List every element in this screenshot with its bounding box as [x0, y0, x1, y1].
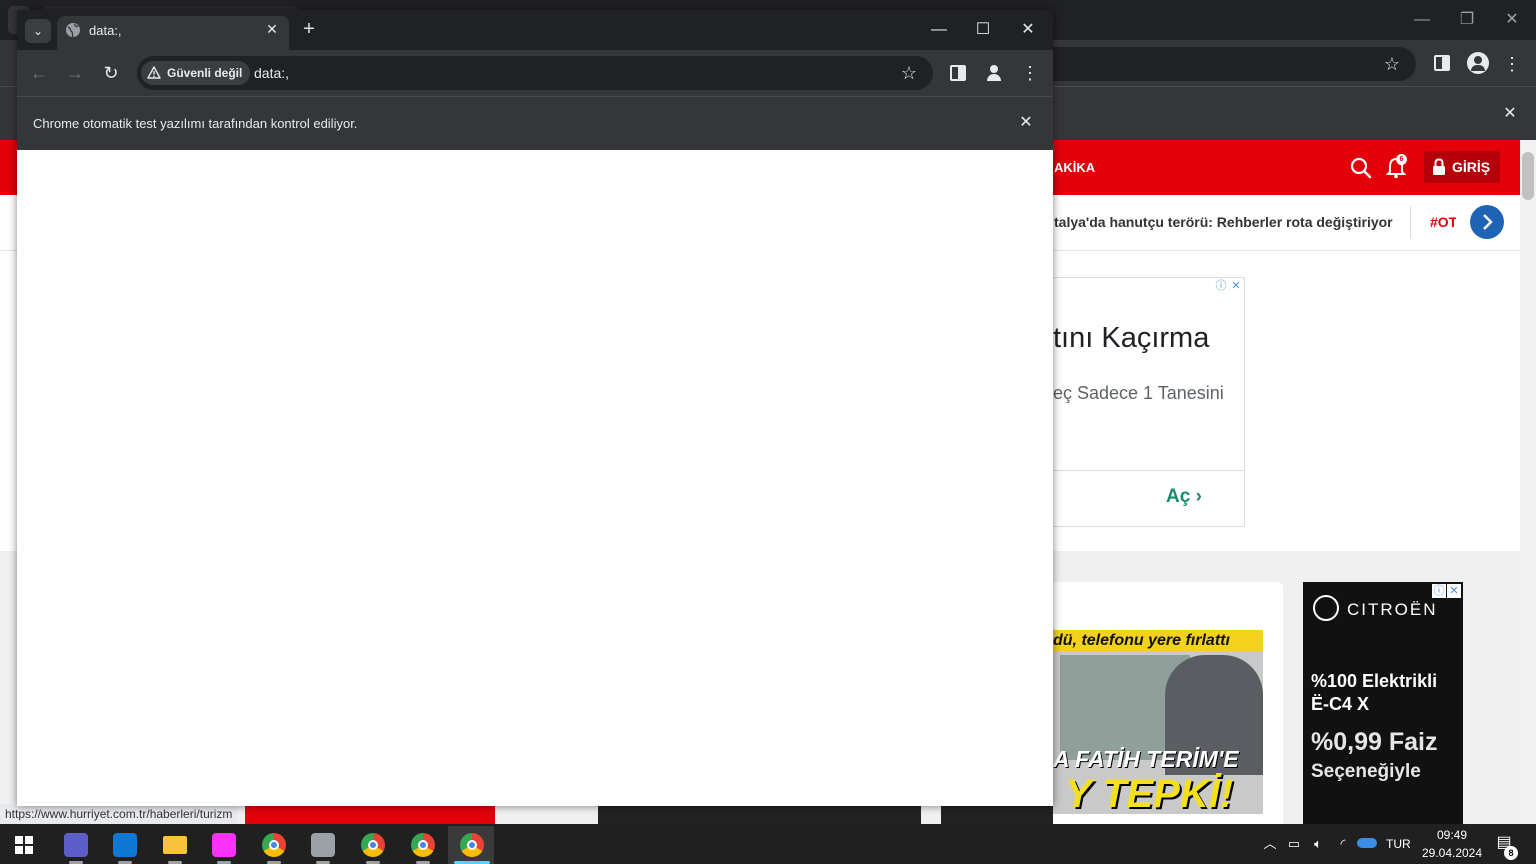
- page-content-blank[interactable]: [17, 150, 1053, 806]
- thumb-strip-2[interactable]: [598, 806, 921, 824]
- chevron-down-icon: ⌄: [32, 24, 44, 38]
- forward-button[interactable]: →: [63, 61, 87, 85]
- ad2-line2: Ë-C4 X: [1311, 694, 1370, 714]
- bg-side-panel-icon[interactable]: [1434, 55, 1450, 71]
- volume-icon[interactable]: 🔈︎: [1308, 835, 1328, 853]
- chrome-icon: [361, 833, 385, 857]
- status-url: https://www.hurriyet.com.tr/haberleri/tu…: [0, 804, 238, 824]
- bg-restore-button[interactable]: ❐: [1452, 10, 1482, 30]
- ad-divider: [1053, 470, 1244, 471]
- ad2-line1: %100 Elektrikli: [1311, 671, 1438, 691]
- network-drive-icon: [311, 833, 335, 857]
- outlook-icon: [113, 833, 137, 857]
- chrome-icon: [460, 833, 484, 857]
- notification-badge: 6: [1396, 154, 1407, 165]
- onedrive-icon[interactable]: [1357, 838, 1377, 848]
- bg-address-bar[interactable]: [1000, 47, 1416, 81]
- chevron-right-icon: [1483, 214, 1493, 230]
- adchoices-icon[interactable]: ⓘ: [1214, 279, 1228, 293]
- chrome-menu-icon[interactable]: ⋮: [1018, 61, 1042, 85]
- ad-open-button[interactable]: Aç ›: [1166, 486, 1202, 508]
- windows-start-icon[interactable]: [15, 836, 33, 854]
- input-language[interactable]: TUR: [1386, 837, 1411, 851]
- tab-title: data:,: [89, 23, 122, 38]
- ad-subtext: eç Sadece 1 Tanesini: [1053, 383, 1224, 403]
- ad-headline: tını Kaçırma: [1053, 322, 1210, 354]
- intellij-icon: [212, 833, 236, 857]
- battery-icon[interactable]: ▭: [1284, 835, 1304, 853]
- nav-item-son-dakika[interactable]: AKİKA: [1054, 160, 1095, 175]
- profile-icon[interactable]: [982, 61, 1006, 85]
- taskbar-app-folder[interactable]: [151, 826, 197, 864]
- thumb-strip-3[interactable]: [941, 806, 1053, 824]
- ad2-line3: %0,99 Faiz: [1311, 728, 1438, 756]
- ad2-adchoices-icon[interactable]: ⓘ: [1432, 584, 1446, 598]
- news-headline: dü, telefonu yere fırlattı: [1053, 632, 1230, 649]
- news-caption-big: Y TEPKİ!: [1065, 772, 1234, 816]
- minimize-button[interactable]: —: [926, 20, 952, 40]
- clock-date[interactable]: 29.04.2024: [1417, 846, 1487, 860]
- ad2-close-icon[interactable]: ✕: [1447, 584, 1461, 598]
- folder-icon: [163, 836, 187, 854]
- taskbar-app-outlook[interactable]: [101, 826, 147, 864]
- tray-chevron-up-icon[interactable]: ︿: [1260, 835, 1280, 853]
- chrome-icon: [262, 833, 286, 857]
- teams-icon: [64, 833, 88, 857]
- reload-button[interactable]: ↻: [99, 61, 123, 85]
- scrollbar-thumb[interactable]: [1522, 152, 1534, 200]
- security-label: Güvenli değil: [167, 66, 243, 80]
- infobar-message: Chrome otomatik test yazılımı tarafından…: [33, 116, 358, 131]
- ad2-brand: CITROËN: [1347, 600, 1438, 619]
- ticker-next-button[interactable]: [1470, 205, 1504, 239]
- thumb-strip-1[interactable]: [245, 806, 495, 824]
- bg-menu-icon[interactable]: ⋮: [1500, 52, 1524, 76]
- url-text[interactable]: data:,: [254, 65, 289, 81]
- bg-close-button[interactable]: ✕: [1497, 10, 1527, 30]
- ticker-tag[interactable]: #OT: [1430, 214, 1456, 230]
- ad-open-label: Aç: [1166, 486, 1191, 507]
- bookmark-star-icon[interactable]: ☆: [897, 61, 921, 85]
- ticker-headline[interactable]: talya'da hanutçu terörü: Rehberler rota …: [1054, 214, 1393, 230]
- new-tab-button[interactable]: +: [299, 19, 319, 39]
- page-scrollbar[interactable]: [1520, 140, 1536, 824]
- clock-time[interactable]: 09:49: [1422, 828, 1482, 842]
- infobar-close-icon[interactable]: ✕: [1016, 113, 1036, 133]
- taskbar-app-chrome[interactable]: [349, 826, 395, 864]
- taskbar-app-chrome[interactable]: [250, 826, 296, 864]
- notification-count-badge: 8: [1504, 846, 1518, 860]
- tab-search-button[interactable]: ⌄: [25, 19, 51, 43]
- ad2-line4: Seçeneğiyle: [1311, 761, 1421, 782]
- close-window-button[interactable]: ✕: [1015, 20, 1041, 40]
- news-caption: A FATİH TERİM'E: [1053, 746, 1239, 772]
- lock-icon: [1433, 158, 1445, 175]
- taskbar-app-chrome[interactable]: [399, 826, 445, 864]
- bg-minimize-button[interactable]: —: [1407, 10, 1437, 30]
- chevron-right-icon: ›: [1195, 486, 1202, 507]
- ad-close-icon[interactable]: ✕: [1229, 279, 1243, 293]
- back-button[interactable]: ←: [27, 61, 51, 85]
- search-icon[interactable]: [1350, 157, 1372, 179]
- taskbar-app-intellij[interactable]: [200, 826, 246, 864]
- ticker-divider: [1410, 206, 1411, 238]
- wifi-icon[interactable]: ◜: [1333, 835, 1353, 853]
- bg-profile-icon[interactable]: [1467, 52, 1489, 74]
- globe-icon: [66, 23, 80, 38]
- tab-close-icon[interactable]: ✕: [264, 20, 280, 38]
- chrome-icon: [411, 833, 435, 857]
- warning-icon: [147, 66, 161, 79]
- taskbar-app-chrome[interactable]: [448, 826, 494, 864]
- taskbar-app-teams[interactable]: [52, 826, 98, 864]
- citroen-logo-icon: [1313, 595, 1339, 621]
- taskbar-app-network-drive[interactable]: [299, 826, 345, 864]
- side-panel-icon[interactable]: [946, 61, 970, 85]
- bg-infobar-close-icon[interactable]: ✕: [1500, 103, 1520, 123]
- bg-bookmark-star-icon[interactable]: ☆: [1380, 52, 1404, 76]
- maximize-button[interactable]: ☐: [970, 20, 996, 40]
